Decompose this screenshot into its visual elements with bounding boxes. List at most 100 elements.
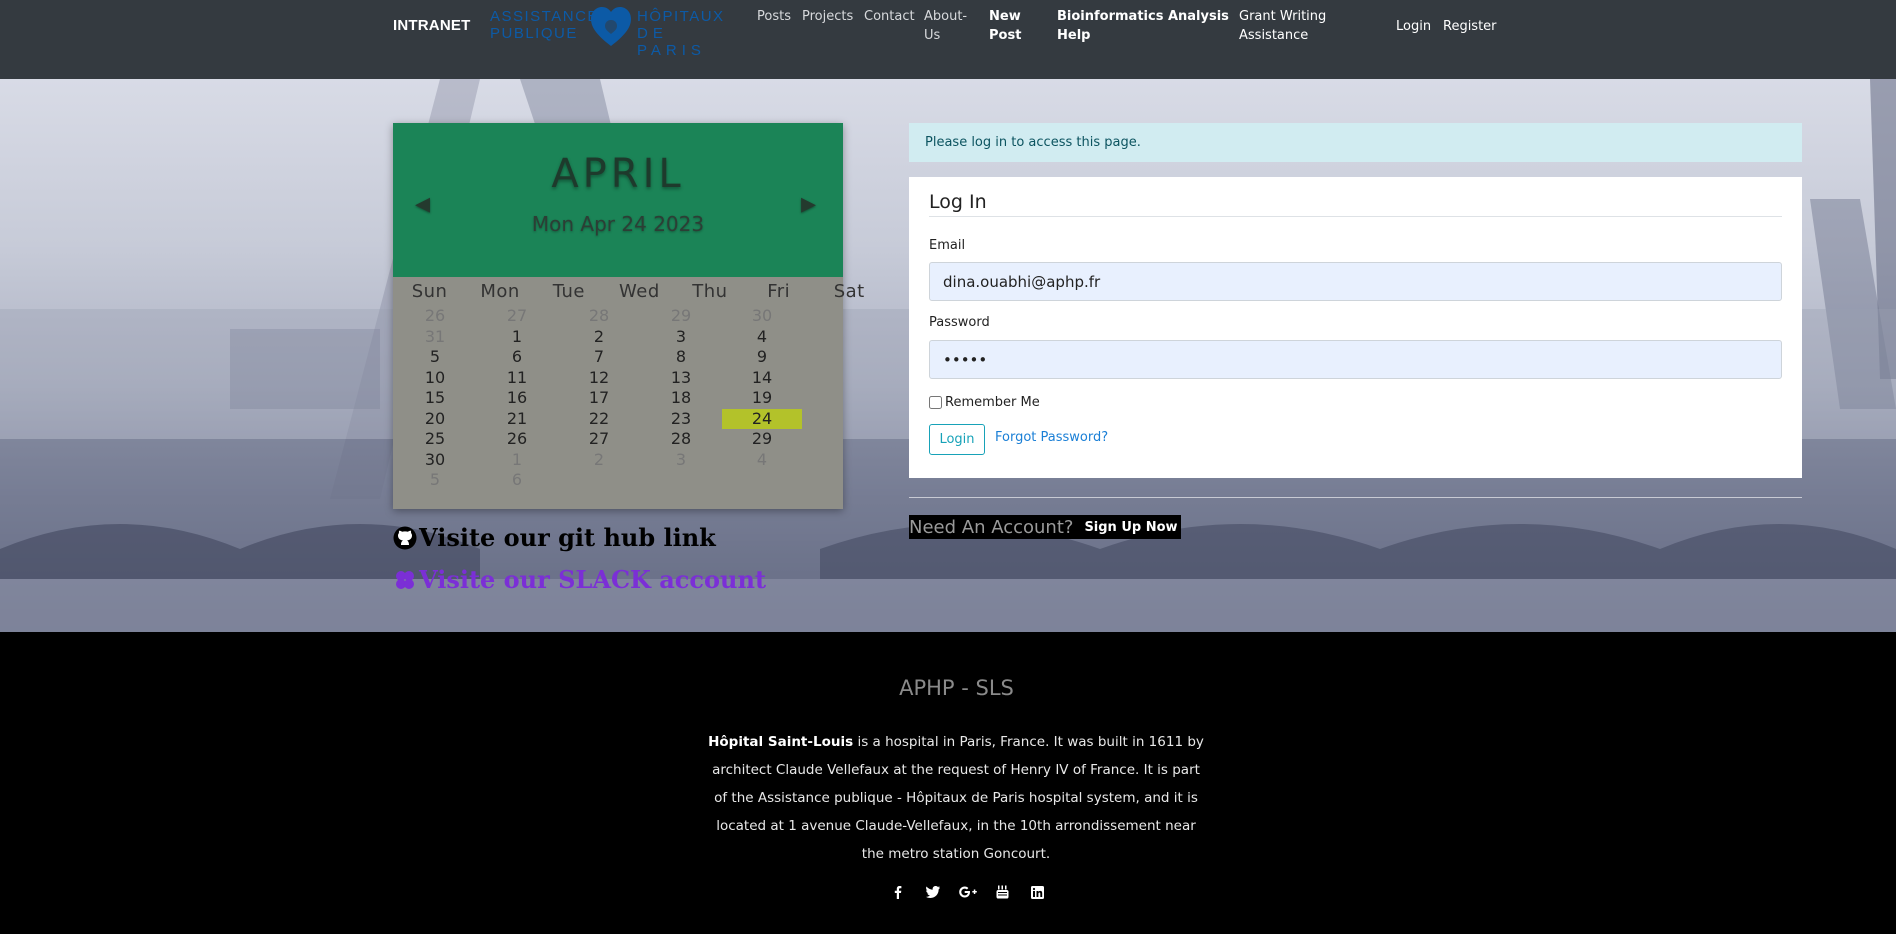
calendar-day[interactable]: 6 bbox=[477, 347, 557, 367]
footer-description: Hôpital Saint-Louis is a hospital in Par… bbox=[706, 728, 1206, 868]
calendar-day[interactable]: 15 bbox=[395, 388, 475, 408]
logo-text-right: HÔPITAUX DE PARIS bbox=[637, 8, 725, 59]
logo-heart-icon bbox=[591, 7, 631, 46]
top-navbar: INTRANET ASSISTANCE PUBLIQUE HÔPITAUX DE… bbox=[0, 0, 1896, 79]
calendar-day[interactable]: 19 bbox=[722, 388, 802, 408]
calendar-day[interactable]: 16 bbox=[477, 388, 557, 408]
login-title: Log In bbox=[929, 191, 987, 213]
calendar-day[interactable]: 28 bbox=[641, 429, 721, 449]
calendar-day[interactable]: 7 bbox=[559, 347, 639, 367]
forgot-password-link[interactable]: Forgot Password? bbox=[995, 430, 1108, 445]
weekday-tue: Tue bbox=[552, 281, 585, 302]
calendar-day[interactable]: 28 bbox=[559, 306, 639, 326]
calendar-day[interactable]: 5 bbox=[395, 347, 475, 367]
github-icon bbox=[393, 526, 417, 549]
nav-login[interactable]: Login bbox=[1396, 17, 1431, 36]
footer-title: APHP - SLS bbox=[899, 676, 1014, 700]
email-label: Email bbox=[929, 238, 966, 253]
calendar-day[interactable]: 5 bbox=[395, 470, 475, 490]
slack-icon bbox=[396, 570, 414, 589]
login-card: Log In Email Password Remember Me Login … bbox=[909, 177, 1802, 478]
password-field[interactable] bbox=[929, 340, 1782, 379]
calendar-header: ◂ APRIL Mon Apr 24 2023 ▸ bbox=[393, 123, 843, 277]
calendar-day[interactable]: 26 bbox=[477, 429, 557, 449]
calendar-day[interactable]: 4 bbox=[722, 450, 802, 470]
chevron-right-icon[interactable]: ▸ bbox=[801, 189, 821, 219]
sign-up-link[interactable]: Sign Up Now bbox=[1084, 520, 1177, 535]
calendar-day[interactable]: 27 bbox=[559, 429, 639, 449]
github-link-text: Visite our git hub link bbox=[419, 523, 716, 552]
nav-grant-writing[interactable]: Grant Writing Assistance bbox=[1239, 7, 1326, 45]
calendar-day[interactable]: 18 bbox=[641, 388, 721, 408]
nav-register[interactable]: Register bbox=[1443, 17, 1497, 36]
login-title-divider bbox=[929, 216, 1782, 217]
calendar-day[interactable]: 1 bbox=[477, 450, 557, 470]
calendar-day[interactable]: 20 bbox=[395, 409, 475, 429]
calendar-day[interactable]: 11 bbox=[477, 368, 557, 388]
calendar-day[interactable]: 3 bbox=[641, 450, 721, 470]
nav-contact[interactable]: Contact bbox=[864, 7, 915, 26]
calendar-day[interactable]: 17 bbox=[559, 388, 639, 408]
calendar-day[interactable]: 26 bbox=[395, 306, 475, 326]
login-required-alert: Please log in to access this page. bbox=[909, 123, 1802, 162]
section-divider bbox=[909, 497, 1802, 498]
remember-me-input[interactable] bbox=[929, 396, 942, 409]
github-link[interactable]: Visite our git hub link bbox=[393, 523, 716, 552]
aphp-logo[interactable]: ASSISTANCE PUBLIQUE HÔPITAUX DE PARIS bbox=[490, 6, 730, 59]
calendar-day[interactable]: 27 bbox=[477, 306, 557, 326]
calendar-day[interactable]: 23 bbox=[641, 409, 721, 429]
nav-posts[interactable]: Posts bbox=[757, 7, 791, 26]
calendar-day[interactable]: 3 bbox=[641, 327, 721, 347]
calendar-day[interactable]: 29 bbox=[641, 306, 721, 326]
calendar-day[interactable]: 31 bbox=[395, 327, 475, 347]
calendar-current-date: Mon Apr 24 2023 bbox=[531, 212, 705, 236]
calendar-day[interactable]: 8 bbox=[641, 347, 721, 367]
weekday-wed: Wed bbox=[619, 281, 660, 302]
calendar-day[interactable]: 25 bbox=[395, 429, 475, 449]
twitter-icon[interactable] bbox=[915, 884, 950, 900]
calendar-day[interactable]: 30 bbox=[395, 450, 475, 470]
remember-me-checkbox[interactable]: Remember Me bbox=[929, 395, 1040, 410]
calendar-day-today[interactable]: 24 bbox=[722, 408, 802, 429]
nav-projects[interactable]: Projects bbox=[802, 7, 853, 26]
google-plus-icon[interactable] bbox=[950, 884, 985, 900]
linkedin-icon[interactable] bbox=[1020, 884, 1055, 900]
calendar-day[interactable]: 1 bbox=[477, 327, 557, 347]
calendar-widget: ◂ APRIL Mon Apr 24 2023 ▸ Sun Mon Tue Wed Th… bbox=[393, 123, 865, 509]
footer: APHP - SLS Hôpital Saint-Louis is a hosp… bbox=[0, 632, 1896, 934]
calendar-day[interactable]: 10 bbox=[395, 368, 475, 388]
logo-text-left: ASSISTANCE PUBLIQUE bbox=[490, 8, 599, 42]
nav-bioinformatics-help[interactable]: Bioinformatics Analysis Help bbox=[1057, 7, 1229, 45]
calendar-day[interactable]: 2 bbox=[559, 450, 639, 470]
calendar-weekdays: Sun Mon Tue Wed Thu Fri Sat bbox=[393, 281, 865, 305]
calendar-day[interactable]: 21 bbox=[477, 409, 557, 429]
calendar-day[interactable]: 2 bbox=[559, 327, 639, 347]
calendar-day[interactable]: 30 bbox=[722, 306, 802, 326]
weekday-sat: Sat bbox=[833, 281, 865, 302]
weekday-sun: Sun bbox=[411, 281, 448, 302]
calendar-day[interactable]: 4 bbox=[722, 327, 802, 347]
hospital-name: Hôpital Saint-Louis bbox=[708, 734, 854, 750]
calendar-day[interactable]: 6 bbox=[477, 470, 557, 490]
slack-link[interactable]: Visite our SLACK account bbox=[393, 565, 766, 594]
login-button[interactable]: Login bbox=[929, 424, 985, 455]
hospital-description: is a hospital in Paris, France. It was b… bbox=[712, 734, 1204, 862]
brand-title[interactable]: INTRANET bbox=[393, 17, 470, 34]
remember-me-label: Remember Me bbox=[945, 395, 1040, 410]
youtube-icon[interactable] bbox=[985, 884, 1020, 900]
nav-about-us[interactable]: About- Us bbox=[924, 7, 967, 45]
calendar-day[interactable]: 9 bbox=[722, 347, 802, 367]
calendar-day[interactable]: 12 bbox=[559, 368, 639, 388]
slack-link-text: Visite our SLACK account bbox=[419, 565, 767, 594]
nav-new-post[interactable]: New Post bbox=[989, 7, 1021, 45]
weekday-fri: Fri bbox=[767, 281, 791, 302]
calendar-day[interactable]: 13 bbox=[641, 368, 721, 388]
calendar-month: APRIL bbox=[551, 151, 685, 197]
calendar-day[interactable]: 22 bbox=[559, 409, 639, 429]
calendar-day[interactable]: 14 bbox=[722, 368, 802, 388]
facebook-icon[interactable] bbox=[880, 884, 915, 900]
calendar-day[interactable]: 29 bbox=[722, 429, 802, 449]
password-label: Password bbox=[929, 315, 990, 330]
email-field[interactable] bbox=[929, 262, 1782, 301]
social-links bbox=[880, 884, 1055, 900]
